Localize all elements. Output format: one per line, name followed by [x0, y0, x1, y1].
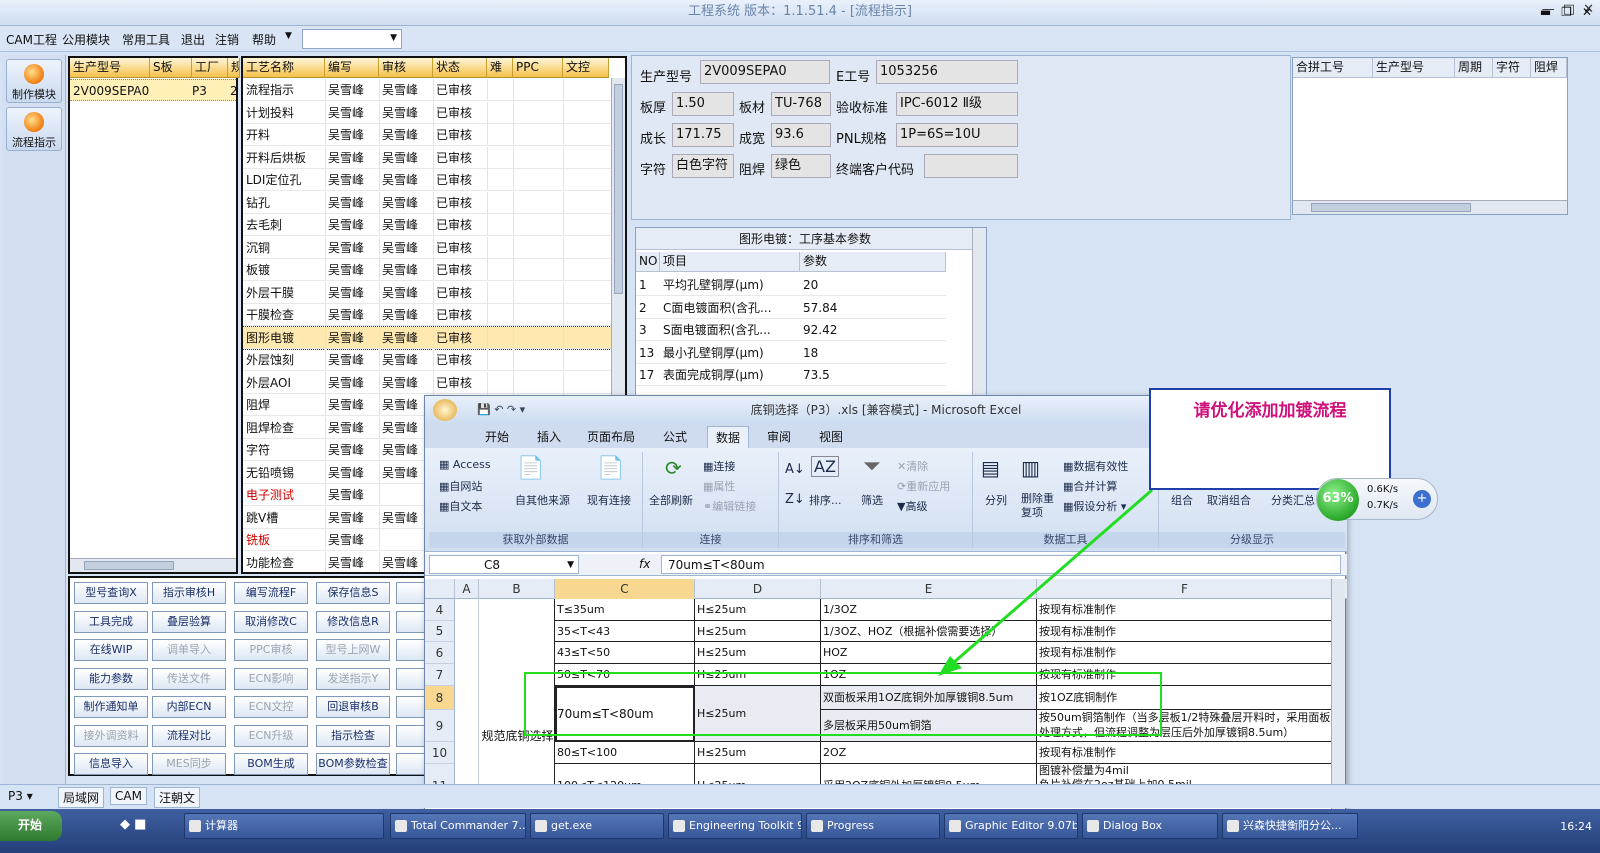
start-button[interactable]: 开始	[0, 811, 62, 841]
highlight-box	[524, 672, 1162, 736]
tab-cam[interactable]: CAM	[110, 787, 147, 805]
taskbar-item[interactable]: Dialog Box	[1082, 813, 1218, 839]
network-widget[interactable]: 63% 0.6K/s 0.7K/s +	[1316, 478, 1438, 521]
taskbar-item[interactable]: Total Commander 7....	[390, 813, 526, 839]
plus-icon[interactable]: +	[1413, 490, 1431, 508]
tab-user[interactable]: 汪朝文	[154, 787, 201, 808]
taskbar-item[interactable]: Progress	[806, 813, 940, 839]
taskbar: 开始 ◆ ■ 16:24 计算器 Total Commander 7.... get…	[0, 809, 1600, 853]
tab-lan[interactable]: 局域网	[58, 787, 105, 808]
factory-value: P3	[8, 789, 23, 803]
factory-select[interactable]: P3 ▾	[8, 789, 33, 803]
callout-note: 请优化添加加镀流程	[1149, 388, 1391, 490]
quick-launch-icons[interactable]: ◆ ■	[120, 817, 146, 832]
taskbar-item[interactable]: 兴森快捷衡阳分公...	[1222, 813, 1358, 839]
net-up: 0.6K/s	[1367, 484, 1399, 495]
taskbar-item[interactable]: Engineering Toolkit 9...	[668, 813, 802, 839]
taskbar-item[interactable]: get.exe	[530, 813, 664, 839]
net-down: 0.7K/s	[1367, 500, 1399, 511]
taskbar-item[interactable]: Graphic Editor 9.07b...	[944, 813, 1078, 839]
status-bar: P3 ▾ 局域网 CAM 汪朝文	[0, 784, 1600, 808]
arrow-line	[951, 488, 1153, 666]
taskbar-item[interactable]: 计算器	[184, 813, 384, 839]
clock: 16:24	[1560, 820, 1592, 833]
start-label: 开始	[18, 818, 43, 832]
net-usage: 63%	[1317, 479, 1359, 521]
